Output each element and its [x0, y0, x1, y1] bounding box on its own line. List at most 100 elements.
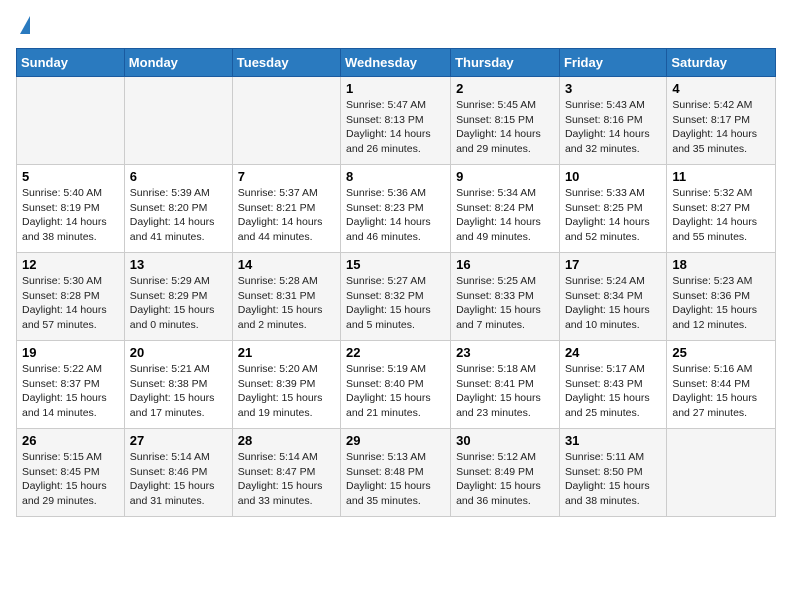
logo — [16, 16, 30, 36]
calendar-cell: 12Sunrise: 5:30 AM Sunset: 8:28 PM Dayli… — [17, 253, 125, 341]
calendar-cell: 5Sunrise: 5:40 AM Sunset: 8:19 PM Daylig… — [17, 165, 125, 253]
calendar-cell: 30 Sunrise: 5:12 AM Sunset: 8:49 PM Dayli… — [451, 429, 560, 517]
calendar-cell: 11Sunrise: 5:32 AM Sunset: 8:27 PM Dayli… — [667, 165, 776, 253]
day-info: Sunrise: 5:19 AM Sunset: 8:40 PM Dayligh… — [346, 362, 445, 421]
day-info: Sunrise: 5:28 AM Sunset: 8:31 PM Dayligh… — [238, 274, 335, 333]
week-row-3: 12Sunrise: 5:30 AM Sunset: 8:28 PM Dayli… — [17, 253, 776, 341]
calendar-cell: 4 Sunrise: 5:42 AM Sunset: 8:17 PM Daylig… — [667, 77, 776, 165]
calendar-cell: 31 Sunrise: 5:11 AM Sunset: 8:50 PM Dayli… — [559, 429, 666, 517]
calendar-cell: 23 Sunrise: 5:18 AM Sunset: 8:41 PM Dayli… — [451, 341, 560, 429]
week-row-5: 26 Sunrise: 5:15 AM Sunset: 8:45 PM Dayli… — [17, 429, 776, 517]
day-number: 11 — [672, 169, 770, 184]
calendar-cell — [232, 77, 340, 165]
day-number: 6 — [130, 169, 227, 184]
day-number: 20 — [130, 345, 227, 360]
calendar-cell: 20 Sunrise: 5:21 AM Sunset: 8:38 PM Dayli… — [124, 341, 232, 429]
calendar-cell: 28Sunrise: 5:14 AM Sunset: 8:47 PM Dayli… — [232, 429, 340, 517]
calendar-cell: 18 Sunrise: 5:23 AM Sunset: 8:36 PM Dayli… — [667, 253, 776, 341]
calendar-cell: 22 Sunrise: 5:19 AM Sunset: 8:40 PM Dayli… — [341, 341, 451, 429]
calendar-header-row: SundayMondayTuesdayWednesdayThursdayFrid… — [17, 49, 776, 77]
day-number: 29 — [346, 433, 445, 448]
week-row-2: 5Sunrise: 5:40 AM Sunset: 8:19 PM Daylig… — [17, 165, 776, 253]
calendar-cell: 8 Sunrise: 5:36 AM Sunset: 8:23 PM Daylig… — [341, 165, 451, 253]
day-number: 17 — [565, 257, 661, 272]
day-info: Sunrise: 5:14 AM Sunset: 8:47 PM Dayligh… — [238, 450, 335, 509]
calendar-cell: 19Sunrise: 5:22 AM Sunset: 8:37 PM Dayli… — [17, 341, 125, 429]
day-number: 22 — [346, 345, 445, 360]
day-info: Sunrise: 5:13 AM Sunset: 8:48 PM Dayligh… — [346, 450, 445, 509]
day-info: Sunrise: 5:42 AM Sunset: 8:17 PM Dayligh… — [672, 98, 770, 157]
calendar-cell: 14 Sunrise: 5:28 AM Sunset: 8:31 PM Dayli… — [232, 253, 340, 341]
day-number: 14 — [238, 257, 335, 272]
calendar-cell: 2 Sunrise: 5:45 AM Sunset: 8:15 PM Daylig… — [451, 77, 560, 165]
header-wednesday: Wednesday — [341, 49, 451, 77]
day-number: 5 — [22, 169, 119, 184]
calendar-cell: 17 Sunrise: 5:24 AM Sunset: 8:34 PM Dayli… — [559, 253, 666, 341]
day-info: Sunrise: 5:47 AM Sunset: 8:13 PM Dayligh… — [346, 98, 445, 157]
day-number: 25 — [672, 345, 770, 360]
day-info: Sunrise: 5:29 AM Sunset: 8:29 PM Dayligh… — [130, 274, 227, 333]
day-number: 2 — [456, 81, 554, 96]
calendar-cell — [17, 77, 125, 165]
day-number: 18 — [672, 257, 770, 272]
day-info: Sunrise: 5:15 AM Sunset: 8:45 PM Dayligh… — [22, 450, 119, 509]
calendar-cell — [124, 77, 232, 165]
day-info: Sunrise: 5:45 AM Sunset: 8:15 PM Dayligh… — [456, 98, 554, 157]
day-info: Sunrise: 5:33 AM Sunset: 8:25 PM Dayligh… — [565, 186, 661, 245]
calendar-cell: 16 Sunrise: 5:25 AM Sunset: 8:33 PM Dayli… — [451, 253, 560, 341]
day-number: 7 — [238, 169, 335, 184]
calendar-cell: 6Sunrise: 5:39 AM Sunset: 8:20 PM Daylig… — [124, 165, 232, 253]
header-thursday: Thursday — [451, 49, 560, 77]
header-saturday: Saturday — [667, 49, 776, 77]
day-info: Sunrise: 5:12 AM Sunset: 8:49 PM Dayligh… — [456, 450, 554, 509]
day-number: 3 — [565, 81, 661, 96]
day-number: 23 — [456, 345, 554, 360]
day-number: 21 — [238, 345, 335, 360]
day-info: Sunrise: 5:22 AM Sunset: 8:37 PM Dayligh… — [22, 362, 119, 421]
day-number: 4 — [672, 81, 770, 96]
day-info: Sunrise: 5:21 AM Sunset: 8:38 PM Dayligh… — [130, 362, 227, 421]
calendar-cell: 15 Sunrise: 5:27 AM Sunset: 8:32 PM Dayli… — [341, 253, 451, 341]
day-number: 26 — [22, 433, 119, 448]
day-info: Sunrise: 5:18 AM Sunset: 8:41 PM Dayligh… — [456, 362, 554, 421]
calendar-cell: 7Sunrise: 5:37 AM Sunset: 8:21 PM Daylig… — [232, 165, 340, 253]
logo-triangle-icon — [20, 16, 30, 34]
day-number: 27 — [130, 433, 227, 448]
calendar-cell: 24 Sunrise: 5:17 AM Sunset: 8:43 PM Dayli… — [559, 341, 666, 429]
header-friday: Friday — [559, 49, 666, 77]
calendar-cell: 27 Sunrise: 5:14 AM Sunset: 8:46 PM Dayli… — [124, 429, 232, 517]
calendar-cell — [667, 429, 776, 517]
day-info: Sunrise: 5:30 AM Sunset: 8:28 PM Dayligh… — [22, 274, 119, 333]
calendar-table: SundayMondayTuesdayWednesdayThursdayFrid… — [16, 48, 776, 517]
week-row-1: 1 Sunrise: 5:47 AM Sunset: 8:13 PM Daylig… — [17, 77, 776, 165]
header-monday: Monday — [124, 49, 232, 77]
calendar-cell: 29 Sunrise: 5:13 AM Sunset: 8:48 PM Dayli… — [341, 429, 451, 517]
day-number: 16 — [456, 257, 554, 272]
header-sunday: Sunday — [17, 49, 125, 77]
calendar-cell: 9Sunrise: 5:34 AM Sunset: 8:24 PM Daylig… — [451, 165, 560, 253]
day-info: Sunrise: 5:17 AM Sunset: 8:43 PM Dayligh… — [565, 362, 661, 421]
day-info: Sunrise: 5:36 AM Sunset: 8:23 PM Dayligh… — [346, 186, 445, 245]
day-info: Sunrise: 5:24 AM Sunset: 8:34 PM Dayligh… — [565, 274, 661, 333]
page-header — [16, 16, 776, 36]
day-info: Sunrise: 5:27 AM Sunset: 8:32 PM Dayligh… — [346, 274, 445, 333]
day-info: Sunrise: 5:23 AM Sunset: 8:36 PM Dayligh… — [672, 274, 770, 333]
calendar-cell: 3 Sunrise: 5:43 AM Sunset: 8:16 PM Daylig… — [559, 77, 666, 165]
day-info: Sunrise: 5:14 AM Sunset: 8:46 PM Dayligh… — [130, 450, 227, 509]
day-number: 30 — [456, 433, 554, 448]
day-info: Sunrise: 5:11 AM Sunset: 8:50 PM Dayligh… — [565, 450, 661, 509]
day-number: 8 — [346, 169, 445, 184]
calendar-cell: 21 Sunrise: 5:20 AM Sunset: 8:39 PM Dayli… — [232, 341, 340, 429]
day-info: Sunrise: 5:34 AM Sunset: 8:24 PM Dayligh… — [456, 186, 554, 245]
day-number: 31 — [565, 433, 661, 448]
day-number: 15 — [346, 257, 445, 272]
calendar-cell: 25Sunrise: 5:16 AM Sunset: 8:44 PM Dayli… — [667, 341, 776, 429]
day-info: Sunrise: 5:25 AM Sunset: 8:33 PM Dayligh… — [456, 274, 554, 333]
day-number: 13 — [130, 257, 227, 272]
day-info: Sunrise: 5:43 AM Sunset: 8:16 PM Dayligh… — [565, 98, 661, 157]
day-number: 24 — [565, 345, 661, 360]
calendar-cell: 13 Sunrise: 5:29 AM Sunset: 8:29 PM Dayli… — [124, 253, 232, 341]
week-row-4: 19Sunrise: 5:22 AM Sunset: 8:37 PM Dayli… — [17, 341, 776, 429]
day-info: Sunrise: 5:20 AM Sunset: 8:39 PM Dayligh… — [238, 362, 335, 421]
day-number: 1 — [346, 81, 445, 96]
